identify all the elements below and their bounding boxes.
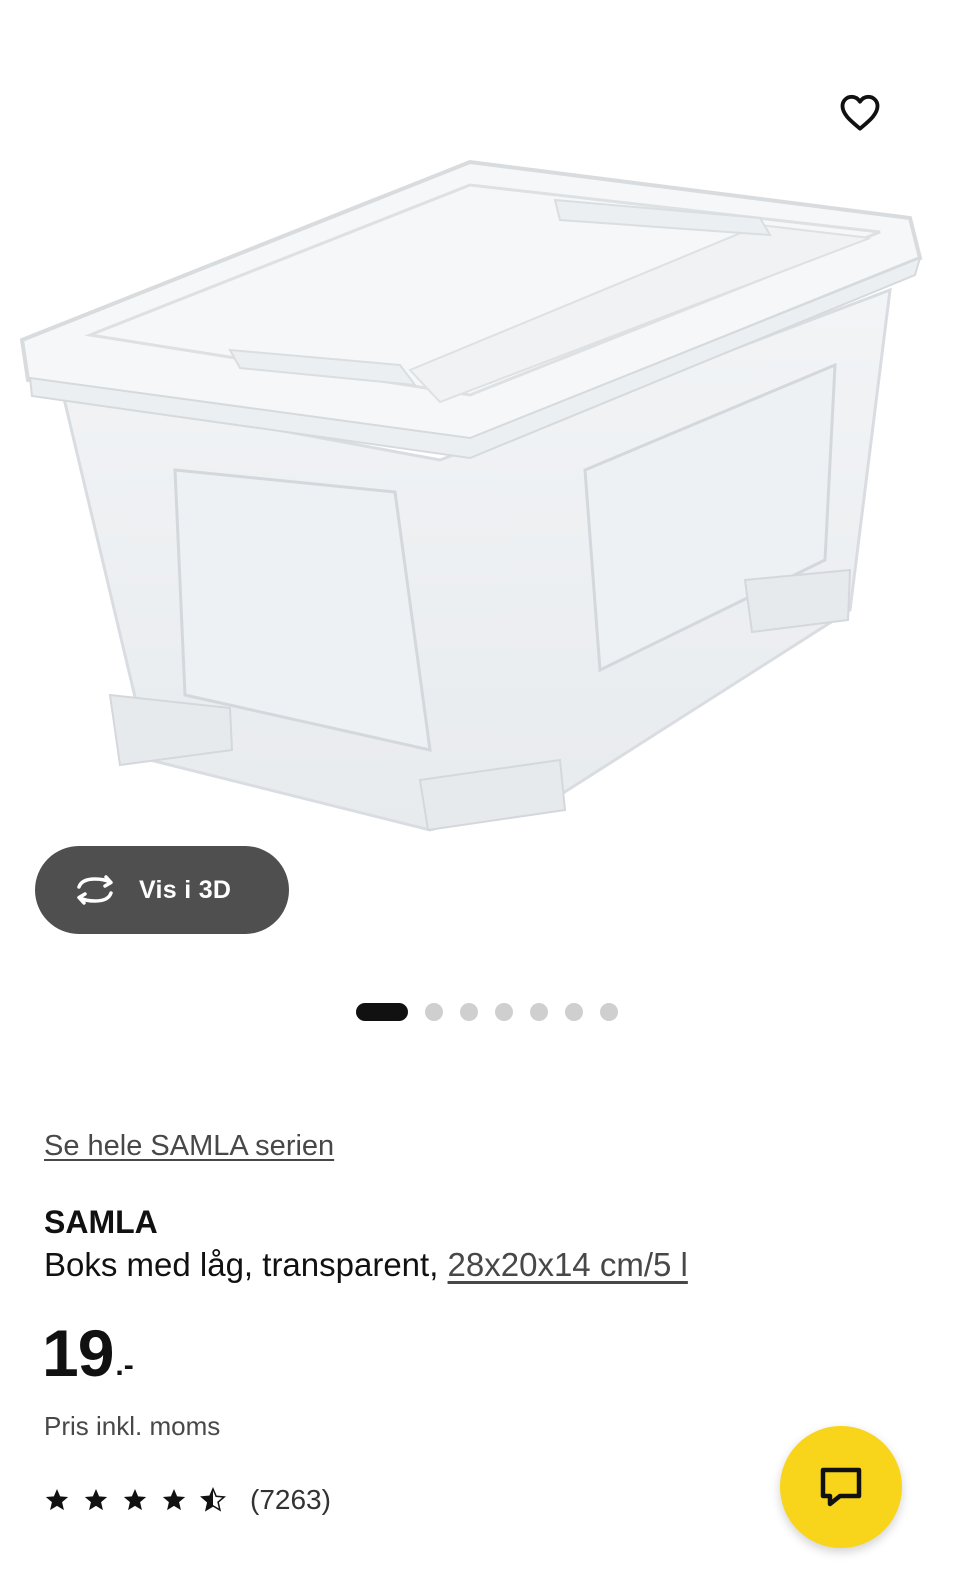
favorite-button[interactable] bbox=[832, 84, 888, 140]
heart-outline-icon bbox=[840, 94, 880, 131]
product-gallery[interactable]: Vis i 3D bbox=[0, 0, 960, 1060]
view-in-3d-button[interactable]: Vis i 3D bbox=[35, 846, 289, 934]
star-full-icon bbox=[162, 1488, 186, 1511]
pager-dot[interactable] bbox=[425, 1003, 443, 1021]
review-count: (7263) bbox=[250, 1484, 331, 1515]
pager-dot[interactable] bbox=[495, 1003, 513, 1021]
product-name: SAMLA bbox=[44, 1204, 158, 1240]
star-full-icon bbox=[123, 1488, 147, 1511]
product-image[interactable] bbox=[0, 140, 960, 860]
chat-button[interactable] bbox=[780, 1426, 902, 1548]
product-description: Boks med låg, transparent, 28x20x14 cm/5… bbox=[44, 1246, 688, 1284]
pager-dot[interactable] bbox=[600, 1003, 618, 1021]
rating-stars bbox=[44, 1487, 226, 1513]
rotate-3d-icon bbox=[77, 875, 113, 905]
product-price: 19 .- bbox=[42, 1320, 134, 1386]
pager-dot[interactable] bbox=[460, 1003, 478, 1021]
image-pager[interactable] bbox=[0, 1003, 960, 1021]
product-measure-link[interactable]: 28x20x14 cm/5 l bbox=[448, 1246, 688, 1283]
price-suffix: .- bbox=[115, 1349, 134, 1382]
vat-note: Pris inkl. moms bbox=[44, 1411, 221, 1441]
star-full-icon bbox=[84, 1488, 108, 1511]
product-description-text: Boks med låg, transparent, bbox=[44, 1246, 448, 1283]
series-link[interactable]: Se hele SAMLA serien bbox=[44, 1130, 334, 1163]
star-half-icon bbox=[200, 1487, 226, 1512]
pager-dot[interactable] bbox=[565, 1003, 583, 1021]
view-in-3d-label: Vis i 3D bbox=[139, 875, 232, 904]
rating[interactable]: (7263) bbox=[44, 1484, 331, 1516]
star-full-icon bbox=[45, 1488, 69, 1511]
price-integer: 19 bbox=[42, 1316, 114, 1390]
chat-bubble-icon bbox=[820, 1467, 862, 1507]
pager-dot[interactable] bbox=[530, 1003, 548, 1021]
pager-dot-active[interactable] bbox=[356, 1003, 408, 1021]
